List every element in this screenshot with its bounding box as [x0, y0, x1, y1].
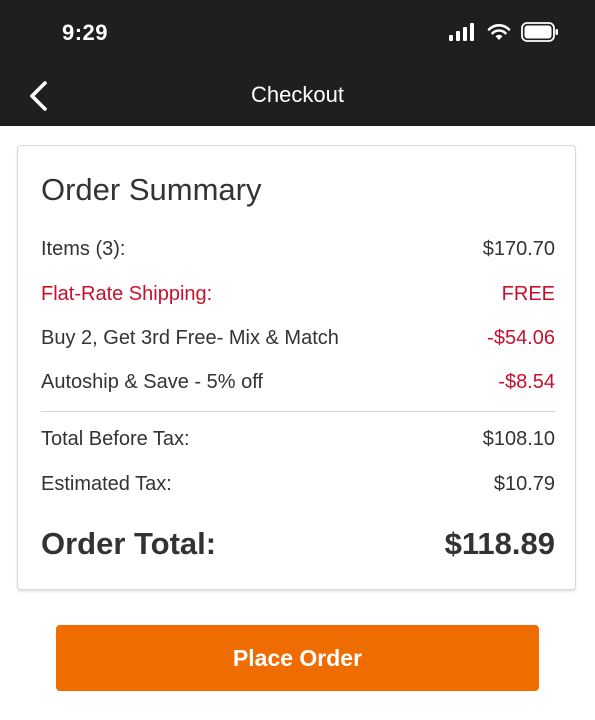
order-total-value: $118.89 — [444, 526, 555, 561]
summary-row-promo: Buy 2, Get 3rd Free- Mix & Match -$54.06 — [41, 327, 555, 350]
wifi-icon — [487, 23, 511, 46]
summary-label: Buy 2, Get 3rd Free- Mix & Match — [41, 327, 339, 349]
summary-label: Total Before Tax: — [41, 428, 190, 450]
status-icons — [449, 22, 559, 47]
summary-row-shipping: Flat-Rate Shipping: FREE — [41, 283, 555, 306]
battery-icon — [521, 22, 559, 47]
order-total-row: Order Total: $118.89 — [41, 526, 555, 562]
summary-value: -$8.54 — [498, 371, 555, 393]
summary-label: Estimated Tax: — [41, 473, 172, 495]
place-order-button[interactable]: Place Order — [56, 625, 539, 691]
page-title: Checkout — [251, 82, 344, 107]
summary-value: FREE — [501, 283, 555, 305]
summary-value: $108.10 — [482, 428, 555, 450]
summary-divider — [41, 411, 555, 412]
status-time: 9:29 — [62, 20, 109, 45]
summary-value: -$54.06 — [487, 327, 555, 349]
order-total-label: Order Total: — [41, 526, 217, 561]
order-summary-title: Order Summary — [41, 172, 262, 207]
order-summary-card: Order Summary Items (3): $170.70 Flat-Ra… — [17, 145, 576, 590]
nav-bar: Checkout — [0, 68, 595, 126]
summary-value: $10.79 — [493, 473, 555, 495]
status-bar: 9:29 — [0, 0, 595, 68]
cellular-signal-icon — [449, 23, 477, 46]
summary-label: Items (3): — [41, 238, 126, 260]
summary-row-tax: Estimated Tax: $10.79 — [41, 473, 555, 496]
summary-label: Autoship & Save - 5% off — [41, 371, 263, 393]
summary-value: $170.70 — [482, 238, 555, 260]
summary-label: Flat-Rate Shipping: — [41, 283, 213, 305]
summary-row-items: Items (3): $170.70 — [41, 238, 555, 261]
summary-row-autoship: Autoship & Save - 5% off -$8.54 — [41, 371, 555, 394]
summary-row-before-tax: Total Before Tax: $108.10 — [41, 428, 555, 451]
